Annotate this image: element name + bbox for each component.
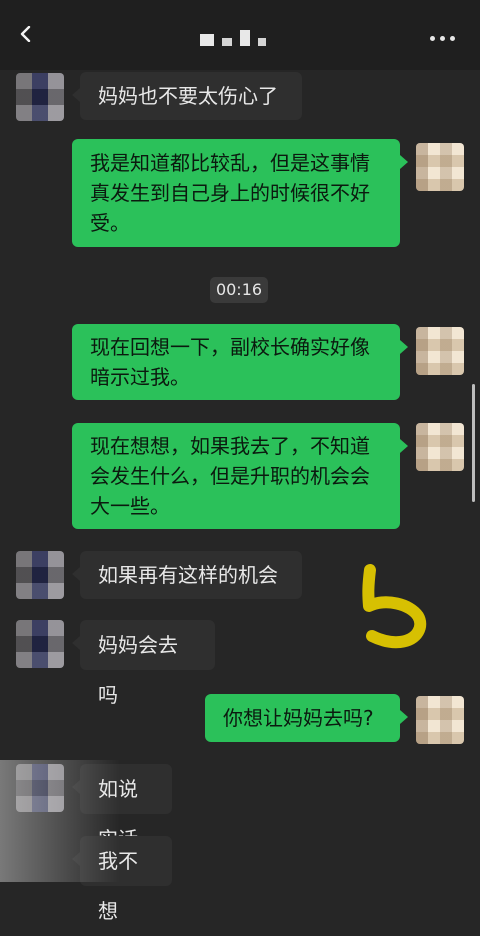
message-bubble: 妈妈也不要太伤心了 xyxy=(72,72,302,120)
message-text: 妈妈也不要太伤心了 xyxy=(98,84,278,108)
scrollbar[interactable] xyxy=(472,384,475,502)
message-bubble: 现在想想，如果我去了，不知道 会发生什么，但是升职的机会会 大一些。 xyxy=(72,423,408,529)
message-line: 会发生什么，但是升职的机会会 xyxy=(90,464,370,488)
avatar-self xyxy=(416,696,464,744)
message-bubble: 你想让妈妈去吗? xyxy=(205,694,408,742)
message-bubble: 如果再有这样的机会 xyxy=(72,551,302,599)
message-line: 受。 xyxy=(90,211,130,235)
chat-header xyxy=(0,0,480,70)
message-line: 现在回想一下，副校长确实好像 xyxy=(90,335,370,359)
chat-title-blurred xyxy=(200,30,266,46)
message-bubble: 我是知道都比较乱，但是这事情 真发生到自己身上的时候很不好 受。 xyxy=(72,139,408,247)
message-line: 现在想想，如果我去了，不知道 xyxy=(90,434,370,458)
timestamp: 00:16 xyxy=(210,277,268,303)
message-text: 你想让妈妈去吗? xyxy=(223,706,374,730)
avatar-self xyxy=(416,143,464,191)
avatar-contact xyxy=(16,620,64,668)
message-text: 如果再有这样的机会 xyxy=(98,563,278,587)
chevron-left-icon[interactable] xyxy=(18,26,34,42)
message-bubble: 现在回想一下，副校长确实好像 暗示过我。 xyxy=(72,324,408,400)
avatar-self xyxy=(416,423,464,471)
message-line: 暗示过我。 xyxy=(90,365,190,389)
more-dots-icon[interactable] xyxy=(430,36,455,41)
avatar-contact xyxy=(16,73,64,121)
avatar-self xyxy=(416,327,464,375)
message-bubble: 妈妈会去吗 xyxy=(72,620,215,707)
message-line: 大一些。 xyxy=(90,494,170,518)
blur-overlay xyxy=(0,760,120,882)
message-line: 我是知道都比较乱，但是这事情 xyxy=(90,151,370,175)
message-text: 妈妈会去吗 xyxy=(98,633,178,707)
avatar-contact xyxy=(16,551,64,599)
yellow-doodle xyxy=(362,564,427,649)
message-line: 真发生到自己身上的时候很不好 xyxy=(90,181,370,205)
